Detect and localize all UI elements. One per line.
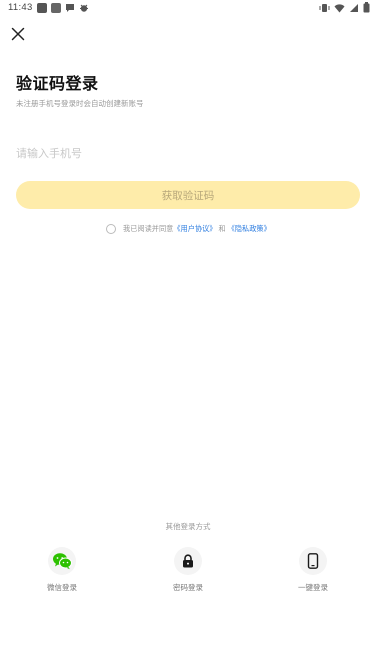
- battery-icon: [363, 2, 370, 13]
- one-click-login-label: 一键登录: [298, 583, 328, 592]
- signal-icon: [350, 3, 358, 12]
- user-agreement-link[interactable]: 《用户协议》: [173, 224, 216, 234]
- phone-number-input[interactable]: [16, 142, 346, 164]
- phone-icon: [299, 547, 327, 575]
- wechat-icon: [48, 547, 76, 575]
- one-click-login-option[interactable]: 一键登录: [278, 547, 348, 593]
- wechat-login-label: 微信登录: [47, 583, 77, 592]
- other-login-title: 其他登录方式: [165, 522, 211, 531]
- close-button[interactable]: [8, 24, 28, 44]
- get-verification-code-button[interactable]: 获取验证码: [16, 181, 360, 209]
- agreement-row: 我已阅读并同意 《用户协议》 和 《隐私政策》: [106, 222, 271, 236]
- status-time: 11:43: [8, 2, 33, 13]
- chat-notification-icon: [66, 4, 74, 12]
- lock-icon: [174, 547, 202, 575]
- vibrate-icon: [319, 3, 330, 12]
- page-title: 验证码登录: [16, 74, 99, 93]
- password-login-label: 密码登录: [173, 583, 203, 592]
- system-status-icons: [319, 2, 370, 13]
- page-subtitle: 未注册手机号登录时会自动创建新账号: [16, 99, 144, 108]
- app-notification-icon: [37, 3, 47, 13]
- wechat-login-option[interactable]: 微信登录: [27, 547, 97, 593]
- agreement-prefix: 我已阅读并同意: [123, 224, 174, 233]
- wifi-icon: [334, 3, 345, 12]
- agreement-conjunction: 和: [218, 224, 226, 233]
- status-bar: 11:43: [0, 0, 376, 16]
- bug-notification-icon: [80, 4, 88, 12]
- password-login-option[interactable]: 密码登录: [153, 547, 223, 593]
- close-icon: [11, 27, 25, 41]
- notification-icons: [37, 3, 89, 13]
- privacy-policy-link[interactable]: 《隐私政策》: [228, 224, 271, 234]
- agreement-checkbox[interactable]: [106, 224, 116, 234]
- gallery-notification-icon: [51, 3, 61, 13]
